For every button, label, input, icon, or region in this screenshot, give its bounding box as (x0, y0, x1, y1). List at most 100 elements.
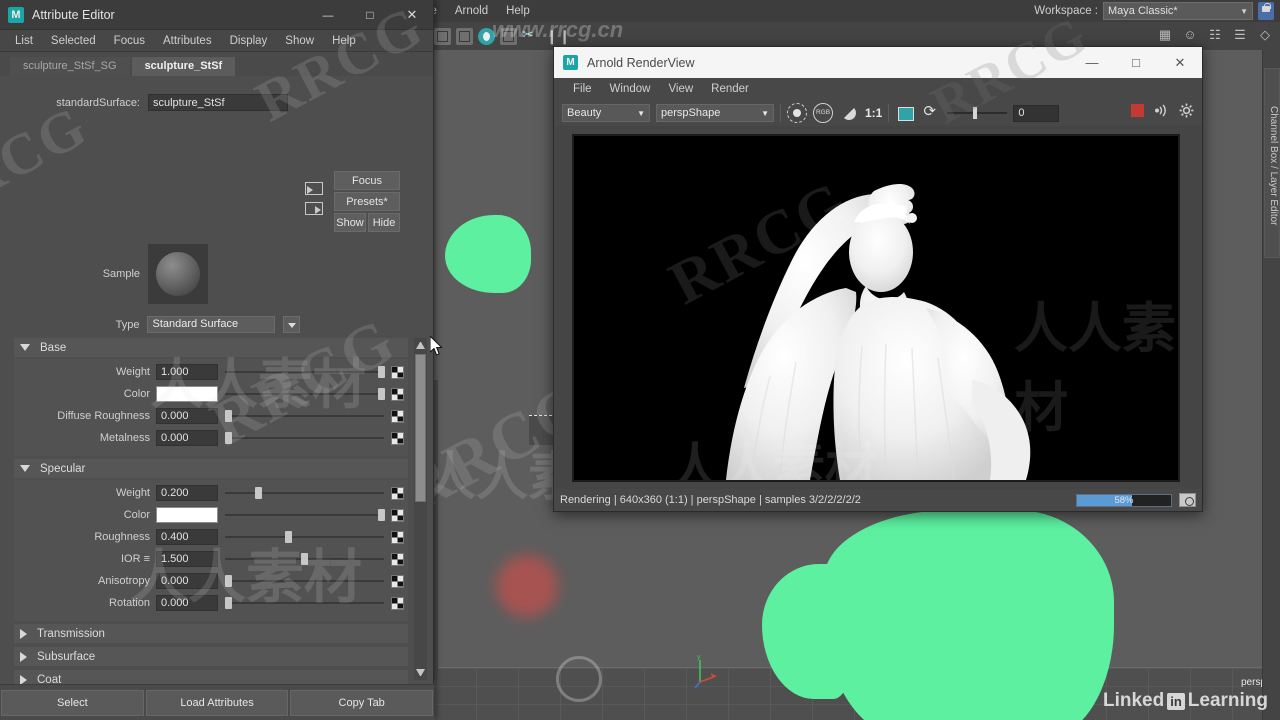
exposure-slider[interactable] (947, 107, 1008, 119)
slider-base-weight[interactable] (225, 364, 385, 380)
slider-spec-roughness[interactable] (225, 529, 384, 545)
output-connection-icon[interactable] (305, 202, 323, 215)
layout-panels-icon[interactable]: ☷ (1206, 26, 1224, 44)
aov-dropdown[interactable]: Beauty ▼ (562, 104, 650, 122)
viewport-geometry-green-upper[interactable] (445, 215, 531, 293)
attribute-scroll-area[interactable]: Base Weight Color (14, 338, 408, 720)
close-icon[interactable] (391, 0, 433, 30)
rgb-channels-icon[interactable]: RGB (813, 103, 833, 123)
scroll-up-icon[interactable] (416, 340, 425, 349)
attr-input-spec-roughness[interactable] (156, 529, 218, 545)
attribute-editor-title-bar[interactable]: Attribute Editor (0, 0, 433, 30)
grid-toggle-icon[interactable] (434, 27, 451, 45)
slider-thumb[interactable] (377, 366, 385, 378)
broadcast-icon[interactable] (1153, 103, 1170, 118)
character-icon[interactable]: ☺ (1181, 26, 1199, 44)
map-button-base-weight[interactable] (391, 365, 404, 379)
slider-thumb[interactable] (225, 410, 232, 422)
map-button-rotation[interactable] (391, 596, 404, 610)
slider-ior[interactable] (225, 551, 384, 567)
show-button[interactable]: Show (334, 213, 366, 232)
tab-sculpture-stsf-sg[interactable]: sculpture_StSf_SG (10, 57, 130, 76)
attr-input-rotation[interactable] (156, 595, 218, 611)
section-header-specular[interactable]: Specular (14, 459, 408, 478)
map-button-base-color[interactable] (391, 387, 404, 401)
render-region-icon[interactable] (787, 103, 807, 123)
color-swatch-spec-color[interactable] (156, 507, 218, 523)
attr-input-base-weight[interactable] (156, 364, 218, 380)
ae-menu-selected[interactable]: Selected (42, 30, 105, 52)
menu-item-arnold[interactable]: Arnold (446, 0, 497, 22)
lock-icon[interactable] (1258, 2, 1274, 20)
ae-menu-show[interactable]: Show (276, 30, 323, 52)
crop-region-icon[interactable] (895, 103, 915, 123)
section-header-base[interactable]: Base (14, 338, 408, 357)
arnold-minimize-icon[interactable]: — (1070, 47, 1114, 78)
load-attributes-button[interactable]: Load Attributes (145, 689, 289, 716)
slider-thumb[interactable] (377, 388, 385, 400)
attribute-editor-scrollbar[interactable] (414, 338, 427, 680)
gear-icon[interactable] (1179, 103, 1194, 118)
map-button-spec-roughness[interactable] (391, 530, 404, 544)
slider-metalness[interactable] (225, 430, 384, 446)
menu-item-help[interactable]: Help (497, 0, 539, 22)
slider-spec-color[interactable] (225, 507, 385, 523)
slider-thumb[interactable] (377, 509, 385, 521)
map-button-spec-weight[interactable] (391, 486, 404, 500)
map-button-diffuse-roughness[interactable] (391, 409, 404, 423)
attr-input-ior[interactable] (156, 551, 218, 567)
ae-menu-attributes[interactable]: Attributes (154, 30, 221, 52)
tab-sculpture-stsf[interactable]: sculpture_StSf (131, 57, 236, 76)
exposure-slider-thumb[interactable] (973, 107, 978, 119)
section-header-subsurface[interactable]: Subsurface (14, 647, 408, 666)
slider-thumb[interactable] (255, 487, 263, 499)
material-sample-swatch[interactable] (148, 244, 208, 304)
snap-curve-icon[interactable] (500, 27, 517, 45)
attr-input-anisotropy[interactable] (156, 573, 218, 589)
scroll-down-icon[interactable] (416, 669, 425, 678)
color-swatch-base-color[interactable] (156, 386, 218, 402)
ae-menu-list[interactable]: List (6, 30, 42, 52)
arnold-menu-view[interactable]: View (659, 78, 702, 100)
section-header-transmission[interactable]: Transmission (14, 624, 408, 643)
exposure-value-input[interactable] (1013, 104, 1060, 122)
slider-rotation[interactable] (225, 595, 384, 611)
chevron-down-icon[interactable] (283, 316, 300, 333)
scrollbar-thumb[interactable] (415, 354, 426, 502)
sidebar-item-channel-box-layer-editor[interactable]: Channel Box / Layer Editor (1264, 68, 1280, 258)
input-connection-icon[interactable] (305, 182, 323, 195)
minimize-icon[interactable] (307, 0, 349, 30)
outliner-icon[interactable]: ☰ (1231, 26, 1249, 44)
slider-base-color[interactable] (225, 386, 385, 402)
viewport-geometry-green-lower[interactable] (762, 510, 1114, 720)
slider-diffuse-roughness[interactable] (225, 408, 384, 424)
map-button-anisotropy[interactable] (391, 574, 404, 588)
arnold-maximize-icon[interactable]: □ (1114, 47, 1158, 78)
node-name-input[interactable] (148, 94, 288, 111)
presets-button[interactable]: Presets* (334, 192, 400, 211)
select-button[interactable]: Select (1, 689, 144, 716)
zoom-ratio-label[interactable]: 1:1 (865, 106, 882, 120)
type-value[interactable]: Standard Surface (147, 316, 276, 333)
map-button-ior[interactable] (391, 552, 404, 566)
workspace-dropdown[interactable]: Maya Classic* ▼ (1103, 2, 1253, 20)
stop-render-icon[interactable] (1131, 104, 1144, 117)
arnold-menu-render[interactable]: Render (702, 78, 758, 100)
attr-input-metalness[interactable] (156, 430, 218, 446)
pause-icon[interactable]: ❙❙ (546, 28, 571, 45)
slider-thumb[interactable] (225, 597, 232, 609)
slider-thumb[interactable] (285, 531, 293, 543)
slider-thumb[interactable] (225, 575, 232, 587)
camera-dropdown[interactable]: perspShape ▼ (656, 104, 774, 122)
arnold-menu-file[interactable]: File (564, 78, 601, 100)
layers-icon[interactable]: ◇ (1256, 26, 1274, 44)
arnold-title-bar[interactable]: Arnold RenderView — □ ✕ (554, 47, 1202, 78)
render-sphere-icon[interactable] (478, 27, 495, 45)
ae-menu-help[interactable]: Help (323, 30, 365, 52)
map-button-metalness[interactable] (391, 431, 404, 445)
cut-icon[interactable] (522, 26, 539, 45)
attr-input-diffuse-roughness[interactable] (156, 408, 218, 424)
focus-button[interactable]: Focus (334, 171, 400, 190)
alpha-toggle-icon[interactable] (839, 103, 859, 123)
hide-button[interactable]: Hide (368, 213, 400, 232)
